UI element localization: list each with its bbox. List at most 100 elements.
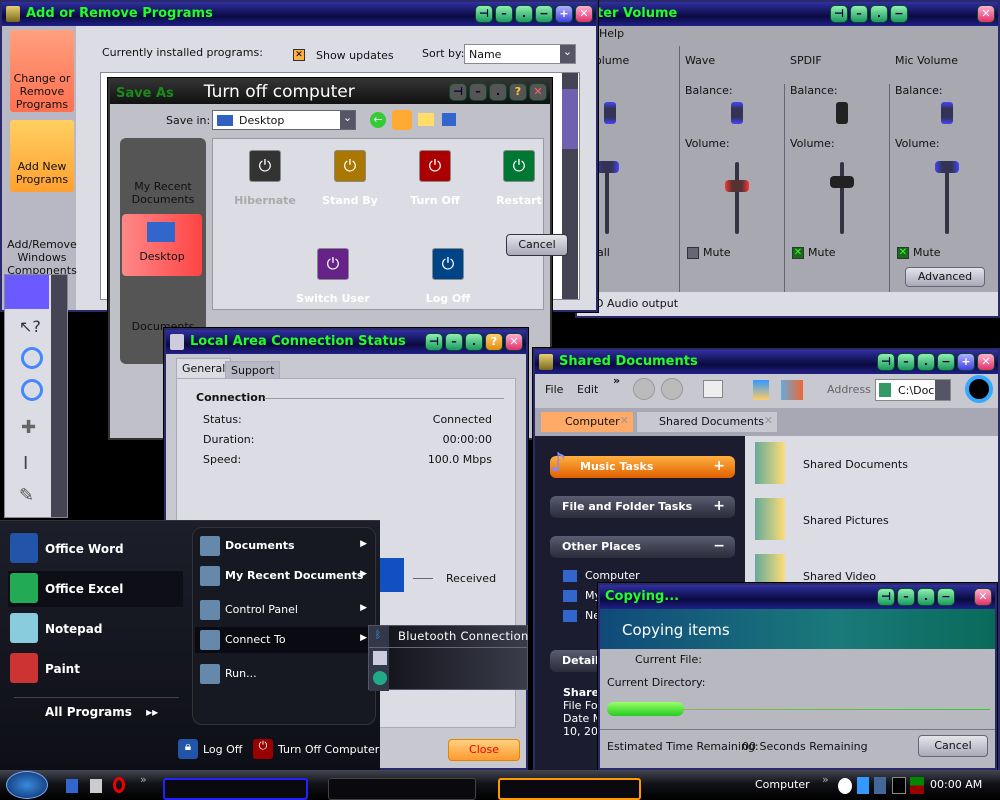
taskbar-item-windows[interactable] bbox=[328, 778, 476, 800]
busy-cursor-icon[interactable] bbox=[21, 347, 43, 369]
crosshair-cursor-icon[interactable]: ✚ bbox=[21, 417, 36, 438]
shade-button[interactable]: . bbox=[870, 5, 888, 23]
arrow-cursor-icon[interactable] bbox=[5, 275, 49, 309]
close-button[interactable]: ✕ bbox=[974, 588, 992, 606]
up-folder-icon[interactable] bbox=[392, 110, 412, 130]
minimize-button[interactable]: – bbox=[445, 333, 463, 351]
action-restart[interactable]: ⏻ Restart bbox=[474, 150, 564, 207]
action-turn-off[interactable]: ⏻ Turn Off bbox=[390, 150, 480, 207]
tray-overflow-icon[interactable]: » bbox=[822, 773, 829, 786]
menu-edit[interactable]: Edit bbox=[577, 383, 598, 396]
close-button[interactable]: ✕ bbox=[977, 5, 995, 23]
addremove-titlebar[interactable]: Add or Remove Programs ⊣ –. − + ✕ bbox=[2, 2, 596, 26]
panel-header[interactable]: Music Tasks + bbox=[550, 456, 735, 478]
panel-header[interactable]: File and Folder Tasks + bbox=[550, 496, 735, 518]
menu-help[interactable]: Help bbox=[599, 27, 624, 40]
shade-button[interactable]: . bbox=[489, 83, 507, 101]
volume-tray-icon[interactable] bbox=[874, 777, 886, 794]
tab-computer[interactable]: Computer ✕ bbox=[541, 412, 633, 432]
new-folder-icon[interactable] bbox=[418, 113, 434, 126]
start-right-item[interactable]: Connect To ▶ bbox=[195, 627, 375, 653]
start-right-item[interactable]: My Recent Documents ▶ bbox=[195, 563, 375, 589]
sidebar-add-new[interactable]: Add New Programs bbox=[10, 120, 74, 192]
balance-slider[interactable] bbox=[941, 102, 953, 124]
save-in-select[interactable]: Desktop ⌄ bbox=[212, 110, 356, 130]
list-scrollbar[interactable] bbox=[562, 73, 578, 299]
shade-button[interactable]: . bbox=[515, 5, 533, 23]
other-place-link[interactable]: My bbox=[563, 589, 601, 602]
close-button[interactable]: ✕ bbox=[977, 353, 995, 371]
opera-icon[interactable] bbox=[113, 777, 125, 793]
sidebar-windows-components[interactable]: Add/Remove Windows Components bbox=[6, 202, 78, 277]
start-program-item[interactable]: Office Word bbox=[8, 531, 183, 567]
start-program-item[interactable]: Paint bbox=[8, 651, 183, 687]
close-button[interactable]: ✕ bbox=[505, 333, 523, 351]
show-desktop-icon[interactable] bbox=[66, 779, 78, 793]
turnoff-titlebar[interactable]: Save As Turn off computer ⊣ –.? ✕ bbox=[110, 80, 550, 104]
up-folder-icon[interactable] bbox=[753, 380, 769, 400]
volume-slider[interactable] bbox=[840, 162, 844, 234]
place-recent-documents[interactable]: My Recent Documents bbox=[124, 148, 202, 206]
tray-expand-icon[interactable] bbox=[838, 778, 852, 794]
cancel-button[interactable]: Cancel bbox=[918, 735, 988, 757]
help-button[interactable]: ? bbox=[485, 333, 503, 351]
pin-button[interactable]: ⊣ bbox=[449, 83, 467, 101]
sidebar-change-remove[interactable]: Change or Remove Programs bbox=[10, 30, 74, 112]
mute-checkbox[interactable] bbox=[687, 247, 699, 259]
other-place-link[interactable]: Ne bbox=[563, 609, 600, 622]
copying-titlebar[interactable]: Copying... ⊣ –. − ✕ bbox=[600, 585, 995, 609]
wait-cursor-icon[interactable] bbox=[21, 379, 43, 401]
minimize-button[interactable]: – bbox=[850, 5, 868, 23]
pen-cursor-icon[interactable]: ✎ bbox=[19, 485, 34, 506]
cpu-meter-icon[interactable] bbox=[892, 777, 906, 794]
minimize-button[interactable]: – bbox=[897, 353, 915, 371]
show-updates-checkbox[interactable]: ✕ bbox=[293, 49, 305, 61]
pin-button[interactable]: ⊣ bbox=[425, 333, 443, 351]
volume-slider[interactable] bbox=[735, 162, 739, 234]
start-right-item[interactable]: Documents ▶ bbox=[195, 533, 375, 559]
restore-button[interactable]: − bbox=[890, 5, 908, 23]
quicklaunch-overflow-icon[interactable]: » bbox=[140, 773, 147, 786]
start-program-item[interactable]: Office Excel bbox=[8, 571, 183, 607]
start-right-item[interactable]: Run... bbox=[195, 661, 375, 687]
action-hibernate[interactable]: ⏻ Hibernate bbox=[220, 150, 310, 207]
calculator-icon[interactable] bbox=[90, 779, 102, 793]
turn-off-computer-button[interactable]: Turn Off Computer bbox=[278, 743, 379, 756]
back-icon[interactable]: ← bbox=[370, 112, 386, 128]
clock[interactable]: 00:00 AM bbox=[930, 778, 982, 791]
shared-titlebar[interactable]: Shared Documents ⊣ –. − + ✕ bbox=[535, 350, 998, 374]
address-input[interactable]: C:\Doc bbox=[875, 379, 951, 401]
bluetooth-connection-item[interactable]: Bluetooth Connection bbox=[398, 629, 529, 643]
volume-knob[interactable] bbox=[830, 176, 854, 188]
pin-button[interactable]: ⊣ bbox=[877, 588, 895, 606]
action-log-off[interactable]: ⏻ Log Off bbox=[403, 248, 493, 305]
view-menu-icon[interactable] bbox=[442, 113, 456, 126]
shade-button[interactable]: . bbox=[917, 353, 935, 371]
all-programs-button[interactable]: All Programs ▸▸ bbox=[45, 705, 158, 719]
volume-knob[interactable] bbox=[725, 180, 749, 192]
history-icon[interactable] bbox=[703, 380, 723, 398]
start-right-item[interactable]: Control Panel ▶ bbox=[195, 597, 375, 623]
tab-shared-documents[interactable]: Shared Documents ✕ bbox=[637, 412, 777, 432]
balance-slider[interactable] bbox=[604, 102, 616, 124]
advanced-button[interactable]: Advanced bbox=[905, 267, 985, 287]
start-button[interactable] bbox=[6, 771, 48, 799]
logo-orb-icon[interactable] bbox=[965, 375, 993, 403]
maximize-button[interactable]: + bbox=[957, 353, 975, 371]
network-tray-icon[interactable] bbox=[857, 777, 869, 794]
shade-button[interactable]: . bbox=[465, 333, 483, 351]
balance-slider[interactable] bbox=[731, 102, 743, 124]
shade-button[interactable]: . bbox=[917, 588, 935, 606]
sort-select[interactable]: Name ⌄ bbox=[464, 44, 576, 64]
globe-icon[interactable] bbox=[373, 671, 387, 685]
minimize-button[interactable]: – bbox=[897, 588, 915, 606]
log-off-button[interactable]: Log Off bbox=[203, 743, 242, 756]
views-icon[interactable] bbox=[781, 380, 803, 400]
restore-button[interactable]: − bbox=[937, 353, 955, 371]
panel-header[interactable]: Other Places − bbox=[550, 536, 735, 558]
text-cursor-icon[interactable]: I bbox=[23, 453, 28, 474]
minimize-button[interactable]: – bbox=[469, 83, 487, 101]
tab-general[interactable]: General bbox=[176, 358, 232, 379]
taskbar-item-shared-documents[interactable] bbox=[163, 778, 308, 800]
phone-icon[interactable] bbox=[373, 651, 387, 665]
